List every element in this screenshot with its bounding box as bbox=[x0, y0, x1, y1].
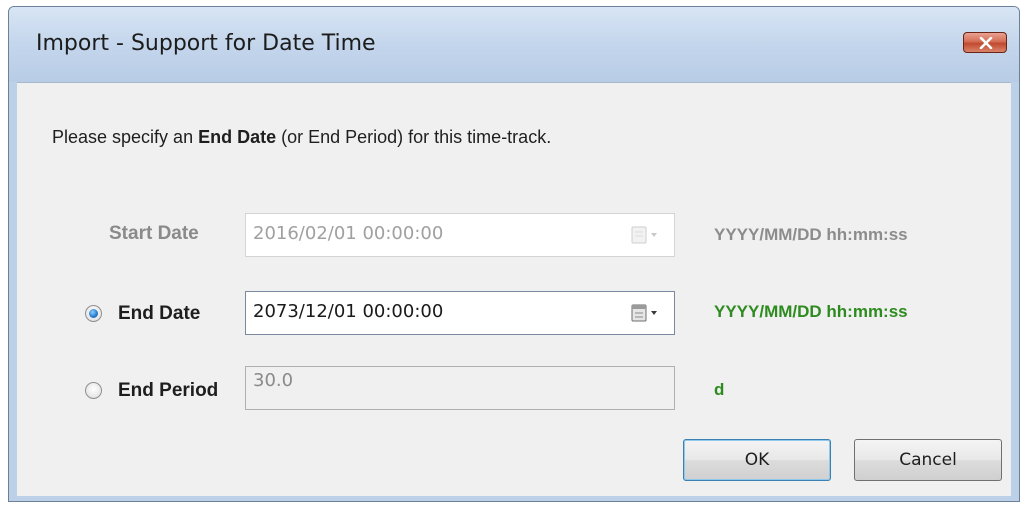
end-date-value: 2073/12/01 00:00:00 bbox=[253, 301, 444, 322]
instruction-bold: End Date bbox=[198, 127, 277, 147]
end-period-radio[interactable] bbox=[85, 382, 102, 399]
window-title: Import - Support for Date Time bbox=[36, 31, 376, 56]
end-date-label[interactable]: End Date bbox=[118, 303, 200, 325]
close-button[interactable] bbox=[963, 32, 1007, 53]
instruction-suffix: (or End Period) for this time-track. bbox=[276, 127, 552, 147]
start-date-label: Start Date bbox=[109, 223, 199, 244]
start-date-value: 2016/02/01 00:00:00 bbox=[253, 223, 444, 244]
start-date-input: 2016/02/01 00:00:00 bbox=[245, 213, 675, 257]
close-icon bbox=[979, 37, 993, 49]
start-date-format-hint: YYYY/MM/DD hh:mm:ss bbox=[714, 225, 908, 244]
instruction-text: Please specify an End Date (or End Perio… bbox=[52, 127, 551, 148]
cancel-button[interactable]: Cancel bbox=[854, 439, 1002, 481]
end-date-radio[interactable] bbox=[85, 305, 102, 322]
calendar-dropdown-icon bbox=[631, 226, 657, 244]
end-period-input[interactable]: 30.0 bbox=[245, 366, 675, 410]
calendar-dropdown-icon[interactable] bbox=[630, 304, 662, 322]
end-period-label[interactable]: End Period bbox=[118, 380, 218, 402]
end-date-input[interactable]: 2073/12/01 00:00:00 bbox=[245, 291, 675, 335]
instruction-prefix: Please specify an bbox=[52, 127, 199, 147]
end-period-value: 30.0 bbox=[253, 370, 294, 391]
import-dialog: Import - Support for Date Time Please sp… bbox=[8, 6, 1020, 502]
title-bar[interactable]: Import - Support for Date Time bbox=[9, 7, 1019, 82]
dialog-content: Please specify an End Date (or End Perio… bbox=[17, 82, 1011, 496]
end-date-format-hint: YYYY/MM/DD hh:mm:ss bbox=[714, 302, 908, 321]
end-period-unit: d bbox=[714, 380, 725, 399]
ok-button[interactable]: OK bbox=[683, 439, 831, 481]
